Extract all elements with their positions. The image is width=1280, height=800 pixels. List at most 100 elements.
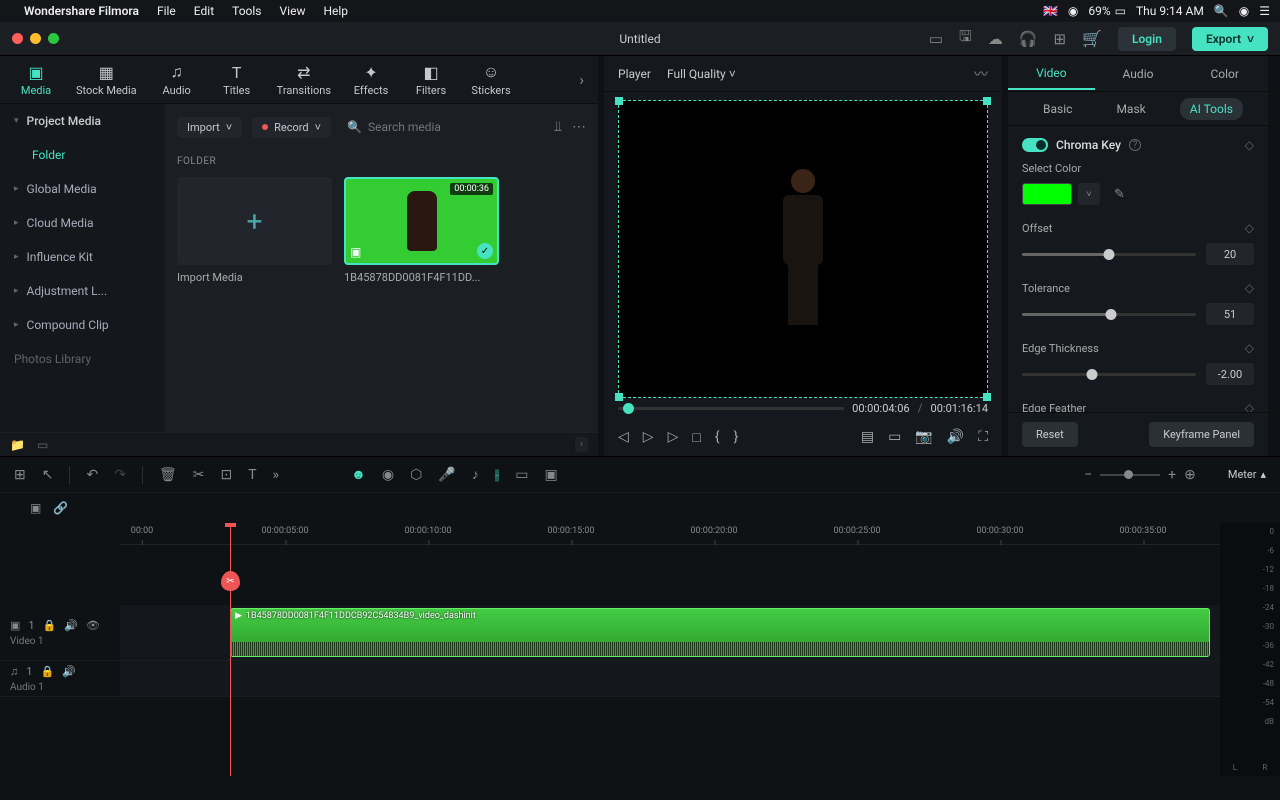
reset-button[interactable]: Reset xyxy=(1022,422,1078,447)
cloud-icon[interactable]: ☁ xyxy=(988,30,1003,48)
sidebar-influence-kit[interactable]: ▸Influence Kit xyxy=(0,240,165,274)
media-clip-card[interactable]: 00:00:36 ▣ ✓ 1B45878DD0081F4F11DD... xyxy=(344,177,499,284)
search-media[interactable]: 🔍 xyxy=(341,120,544,134)
tab-titles[interactable]: TTitles xyxy=(207,59,267,101)
marker-icon[interactable]: ⬡ xyxy=(410,467,422,483)
next-frame-icon[interactable]: ▷ xyxy=(668,429,679,445)
snapshot-button-icon[interactable]: 📷 xyxy=(915,429,932,445)
battery-status[interactable]: 69% ▭ xyxy=(1088,4,1126,18)
audio-tool-icon[interactable]: ♪ xyxy=(472,466,479,483)
offset-value[interactable]: 20 xyxy=(1206,243,1254,265)
display-icon[interactable]: ▭ xyxy=(888,429,901,445)
tolerance-keyframe-icon[interactable]: ◇ xyxy=(1245,281,1254,295)
link-icon[interactable]: 🔗 xyxy=(53,501,68,515)
pointer-tool-icon[interactable]: ↖ xyxy=(42,467,54,483)
new-folder-icon[interactable]: 📁 xyxy=(10,438,25,452)
tab-filters[interactable]: ◧Filters xyxy=(401,59,461,101)
help-icon[interactable]: ? xyxy=(1129,139,1141,151)
menu-view[interactable]: View xyxy=(280,4,306,18)
login-button[interactable]: Login xyxy=(1118,27,1176,51)
tab-media[interactable]: ▣Media xyxy=(6,59,66,101)
snapshot-icon[interactable]: 〰 xyxy=(974,64,988,84)
app-name[interactable]: Wondershare Filmora xyxy=(24,4,139,18)
play-pause-icon[interactable]: ▷ xyxy=(643,429,654,445)
lock-icon[interactable]: 🔒 xyxy=(43,619,57,632)
cut-icon[interactable]: ✂ xyxy=(193,467,205,483)
menu-help[interactable]: Help xyxy=(323,4,348,18)
audio-mute-icon[interactable]: 🔊 xyxy=(62,665,76,678)
color-swatch[interactable] xyxy=(1022,183,1072,205)
zoom-slider[interactable] xyxy=(1100,474,1160,476)
props-tab-color[interactable]: Color xyxy=(1181,59,1268,89)
text-tool-icon[interactable]: T xyxy=(248,467,256,483)
volume-icon[interactable]: 🔊 xyxy=(947,429,964,445)
tab-stock-media[interactable]: ▦Stock Media xyxy=(66,59,147,101)
new-bin-icon[interactable]: ▭ xyxy=(37,438,48,452)
spotlight-icon[interactable]: 🔍 xyxy=(1214,4,1229,18)
tolerance-value[interactable]: 51 xyxy=(1206,303,1254,325)
delete-icon[interactable]: 🗑 xyxy=(159,467,177,483)
menu-edit[interactable]: Edit xyxy=(194,4,214,18)
player-quality-select[interactable]: Full Quality ˅ xyxy=(667,67,736,81)
tab-transitions[interactable]: ⇄Transitions xyxy=(267,59,341,101)
import-media-card[interactable]: + Import Media xyxy=(177,177,332,284)
player-scrubber[interactable] xyxy=(618,407,844,410)
visibility-icon[interactable]: 👁 xyxy=(86,619,100,632)
split-icon[interactable]: ✂ xyxy=(221,571,240,591)
filter-icon[interactable]: ⫫ xyxy=(554,119,562,135)
track-header-icon[interactable]: ▣ xyxy=(30,501,41,515)
zoom-in-icon[interactable]: + xyxy=(1168,467,1176,483)
layout-tool-icon[interactable]: ⊞ xyxy=(14,467,26,483)
stop-icon[interactable]: □ xyxy=(692,429,700,446)
sidebar-project-media[interactable]: ▾Project Media xyxy=(0,104,165,138)
mic-icon[interactable]: 🎤 xyxy=(438,467,455,483)
input-flag-icon[interactable]: 🇬🇧 xyxy=(1043,4,1058,18)
record-tool-icon[interactable]: ▭ xyxy=(515,467,528,483)
player-viewport[interactable] xyxy=(618,100,988,398)
props-tab-video[interactable]: Video xyxy=(1008,58,1095,90)
more-tools-icon[interactable]: » xyxy=(273,467,280,483)
edge-thickness-slider[interactable] xyxy=(1022,373,1196,376)
headphones-icon[interactable]: 🎧 xyxy=(1019,30,1038,48)
timeline-clip[interactable]: ▶ 1B45878DD0081F4F11DDCB92C54834B9_video… xyxy=(230,608,1210,657)
clock[interactable]: Thu 9:14 AM xyxy=(1136,4,1204,18)
edge-thickness-value[interactable]: -2.00 xyxy=(1206,363,1254,385)
edge-feather-keyframe-icon[interactable]: ◇ xyxy=(1245,401,1254,412)
timeline-ruler[interactable]: 00:00 00:00:05:00 00:00:10:00 00:00:15:0… xyxy=(120,523,1220,545)
export-button[interactable]: Export˅ xyxy=(1192,27,1268,51)
playhead[interactable]: ✂ xyxy=(230,523,231,776)
mute-track-icon[interactable]: 🔊 xyxy=(64,619,78,632)
maximize-window-button[interactable] xyxy=(48,33,59,44)
zoom-fit-icon[interactable]: ⊕ xyxy=(1184,467,1196,483)
photo-tool-icon[interactable]: ▣ xyxy=(545,467,558,483)
sidebar-folder[interactable]: Folder xyxy=(0,138,165,172)
props-tab-audio[interactable]: Audio xyxy=(1095,59,1182,89)
more-options-icon[interactable]: ⋯ xyxy=(572,119,586,135)
tab-effects[interactable]: ✦Effects xyxy=(341,59,401,101)
tolerance-slider[interactable] xyxy=(1022,313,1196,316)
menu-file[interactable]: File xyxy=(157,4,176,18)
layout-icon[interactable]: ▭ xyxy=(929,30,943,48)
import-button[interactable]: Import˅ xyxy=(177,117,242,138)
prev-frame-icon[interactable]: ◁ xyxy=(618,429,629,445)
color-tool-icon[interactable]: ◉ xyxy=(382,467,394,483)
wifi-icon[interactable]: ◉ xyxy=(1068,4,1078,18)
offset-slider[interactable] xyxy=(1022,253,1196,256)
control-center-icon[interactable]: ☰ xyxy=(1259,4,1270,18)
ai-tool-icon[interactable]: ☻ xyxy=(351,466,366,483)
keyframe-diamond-icon[interactable]: ◇ xyxy=(1245,138,1254,152)
offset-keyframe-icon[interactable]: ◇ xyxy=(1245,221,1254,235)
fullscreen-icon[interactable]: ⛶ xyxy=(978,429,988,445)
search-input[interactable] xyxy=(368,120,538,134)
sidebar-adjustment-layer[interactable]: ▸Adjustment L... xyxy=(0,274,165,308)
edge-thickined-keyframe-icon[interactable]: ◇ xyxy=(1245,341,1254,355)
mark-in-icon[interactable]: { xyxy=(715,429,720,445)
apps-icon[interactable]: ⊞ xyxy=(1054,30,1067,48)
magnet-icon[interactable]: ⫲ xyxy=(495,467,500,483)
subtab-mask[interactable]: Mask xyxy=(1106,98,1155,120)
meter-label[interactable]: Meter▴ xyxy=(1228,468,1266,481)
audio-lock-icon[interactable]: 🔒 xyxy=(40,665,54,678)
subtab-basic[interactable]: Basic xyxy=(1033,98,1082,120)
tab-stickers[interactable]: ☺Stickers xyxy=(461,58,521,101)
compare-icon[interactable]: ▤ xyxy=(861,429,874,445)
